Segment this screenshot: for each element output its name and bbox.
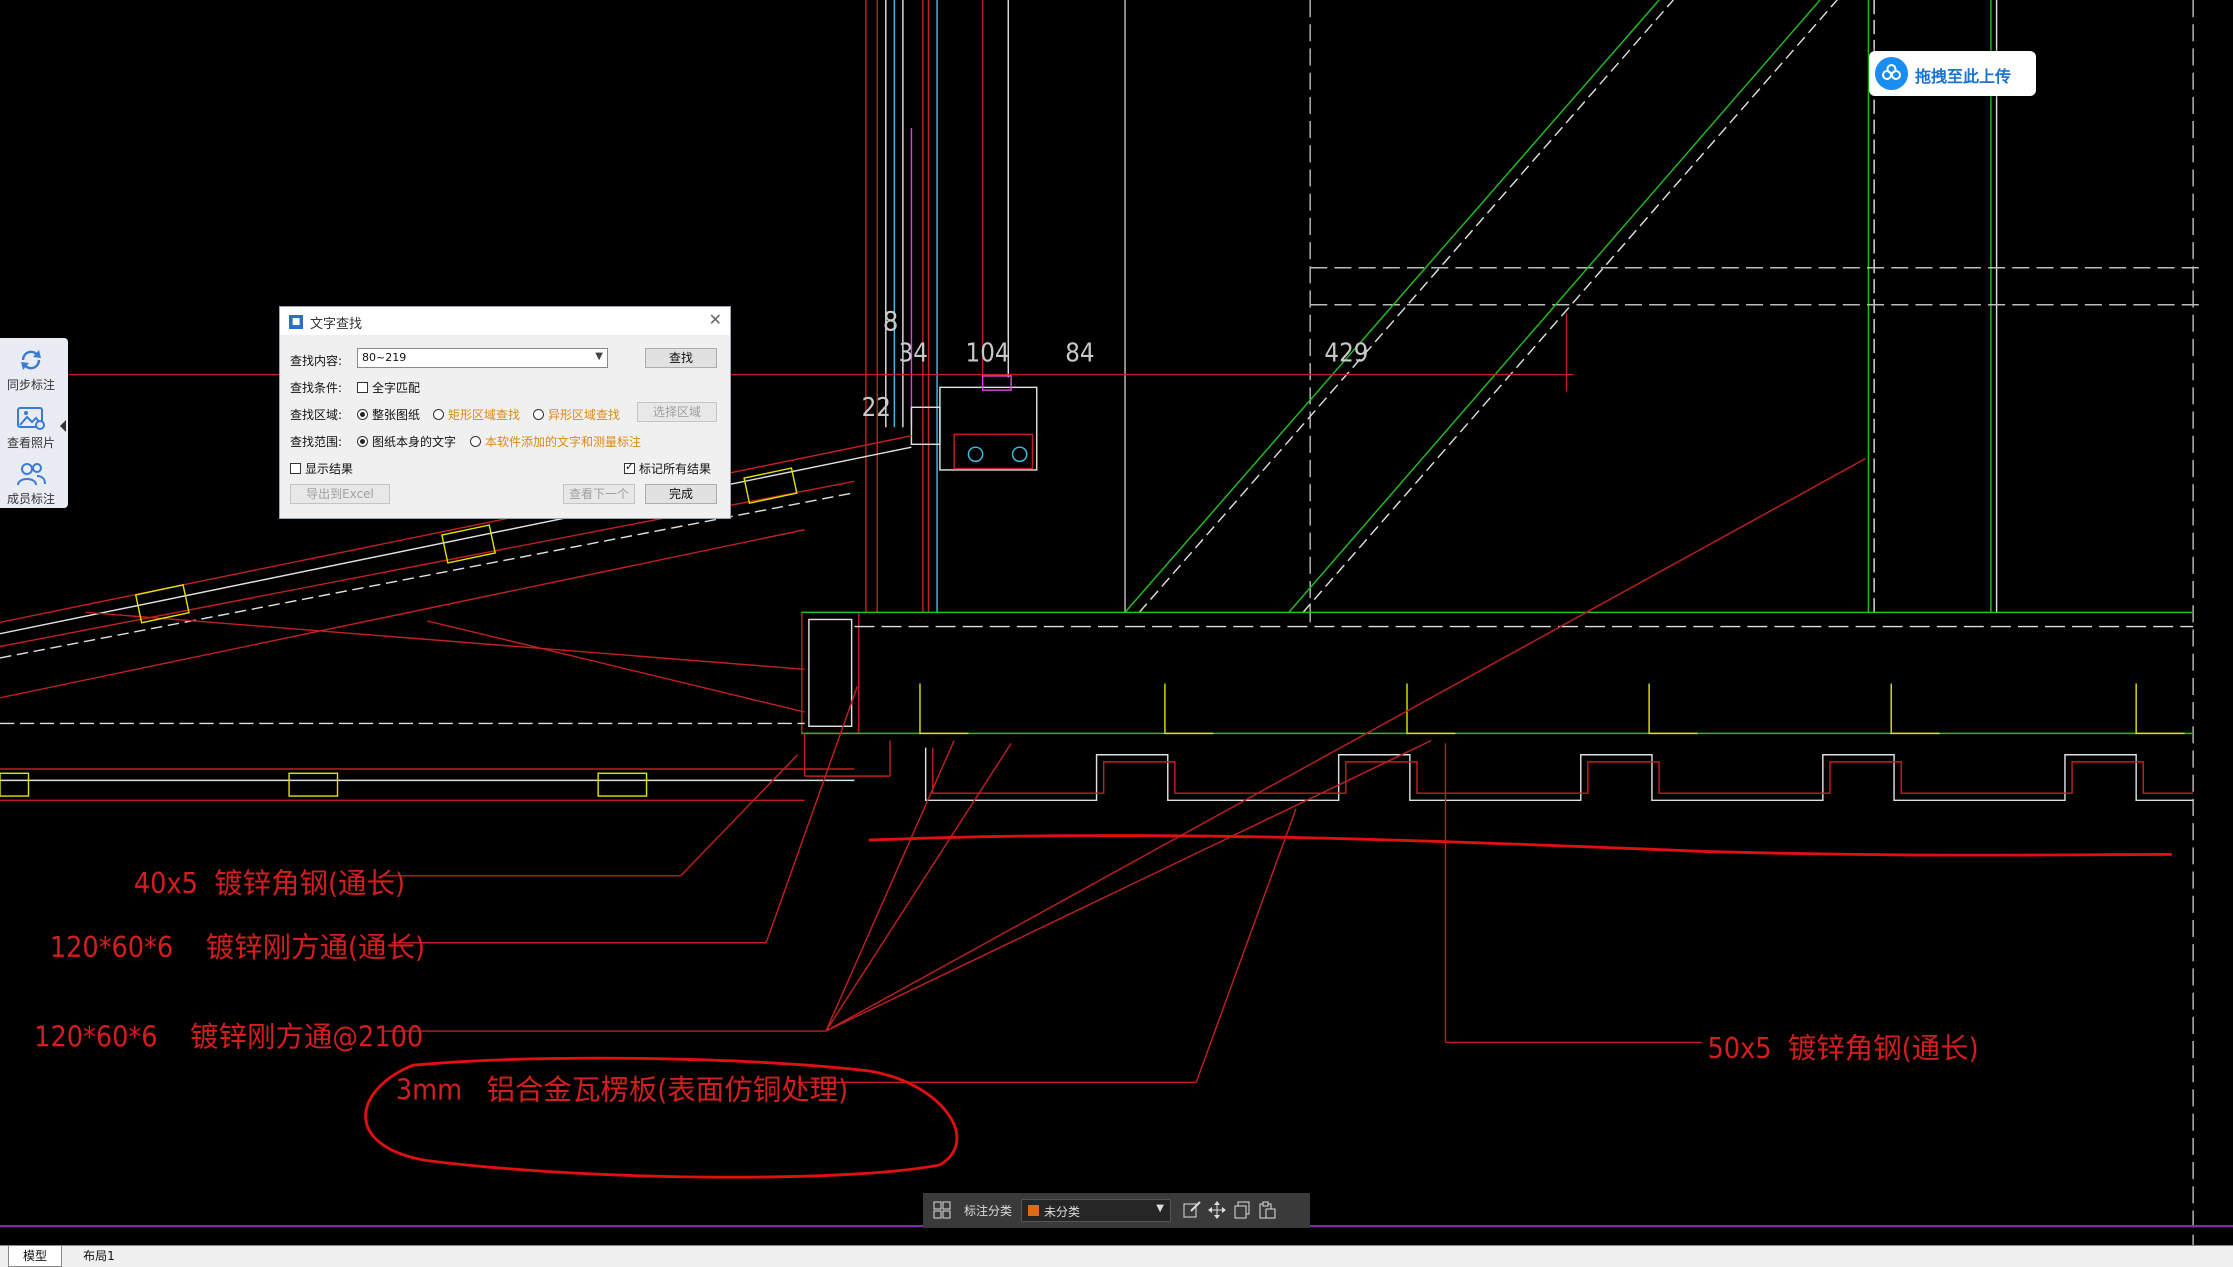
area-option-label: 矩形区域查找: [448, 408, 521, 422]
annotation-category-label: 标注分类: [964, 1204, 1013, 1218]
search-button[interactable]: 查找: [645, 348, 717, 368]
scope-added-text-radio[interactable]: 本软件添加的文字和测量标注: [470, 433, 641, 450]
category-selected-value: 未分类: [1044, 1205, 1081, 1219]
dim-text: 34: [899, 339, 928, 369]
mullion-detail: [910, 375, 1038, 471]
chevron-down-icon[interactable]: ▼: [1156, 1203, 1164, 1214]
view-photo-button[interactable]: 查看照片: [0, 398, 62, 454]
mark-all-checkbox[interactable]: 标记所有结果: [624, 460, 711, 477]
area-option-label: 异形区域查找: [548, 408, 621, 422]
show-results-checkbox[interactable]: 显示结果: [290, 460, 353, 477]
dialog-title: 文字查找: [310, 317, 363, 332]
search-area-label: 查找区域:: [290, 408, 343, 422]
search-condition-label: 查找条件:: [290, 381, 343, 395]
member-annotation-label: 成员标注: [6, 492, 55, 506]
scope-option-label: 图纸本身的文字: [372, 435, 457, 449]
dim-text: 84: [1065, 339, 1094, 369]
column-structure: [865, 0, 2201, 1266]
show-results-label: 显示结果: [305, 462, 354, 476]
paste-icon[interactable]: [1258, 1201, 1276, 1219]
export-excel-button[interactable]: 导出到Excel: [290, 484, 390, 504]
move-icon[interactable]: [1208, 1201, 1226, 1219]
collapse-arrow-icon[interactable]: [60, 420, 66, 432]
view-next-button[interactable]: 查看下一个: [563, 484, 635, 504]
annotation-text: 120*60*6 镀锌刚方通(通长): [50, 931, 425, 964]
category-color-swatch: [1028, 1205, 1039, 1216]
search-input-value: 80~219: [362, 351, 407, 364]
copy-icon[interactable]: [1233, 1201, 1251, 1219]
annotation-texts: 40x5 镀锌角钢(通长) 120*60*6 镀锌刚方通(通长) 120*60*…: [34, 867, 1978, 1106]
markup-underline: [868, 834, 2172, 857]
corrugated-panel: [924, 747, 2194, 802]
annotation-text: 120*60*6 镀锌刚方通@2100: [34, 1021, 423, 1054]
search-scope-label: 查找范围:: [290, 435, 343, 449]
sync-annotation-label: 同步标注: [6, 378, 55, 392]
chevron-down-icon[interactable]: ▼: [595, 351, 603, 362]
close-icon[interactable]: ✕: [709, 310, 722, 329]
whole-word-label: 全字匹配: [372, 381, 421, 395]
whole-word-checkbox[interactable]: 全字匹配: [357, 379, 420, 396]
angle-brackets: [919, 683, 2185, 735]
annotation-text: 50x5 镀锌角钢(通长): [1708, 1032, 1979, 1065]
area-whole-drawing-radio[interactable]: 整张图纸: [357, 406, 420, 423]
done-button[interactable]: 完成: [645, 484, 717, 504]
tab-layout1[interactable]: 布局1: [70, 1246, 128, 1266]
checkbox-icon: [290, 463, 301, 474]
grid-icon[interactable]: [933, 1201, 951, 1219]
members-icon: [17, 463, 46, 486]
photo-icon: [17, 407, 45, 430]
dialog-titlebar[interactable]: ■ 文字查找 ✕: [280, 307, 730, 335]
dim-text: 22: [862, 393, 891, 423]
dim-text: 8: [883, 306, 898, 337]
scope-drawing-text-radio[interactable]: 图纸本身的文字: [357, 433, 456, 450]
left-toolbar: 同步标注 查看照片 成员标注: [0, 338, 68, 508]
dim-text: 429: [1324, 339, 1368, 369]
annotation-text: 3mm 铝合金瓦楞板(表面仿铜处理): [396, 1073, 848, 1106]
cloud-upload-icon: [1875, 57, 1908, 90]
member-annotation-button[interactable]: 成员标注: [0, 454, 62, 510]
radio-icon: [433, 409, 444, 420]
annotation-category-select[interactable]: 未分类 ▼: [1021, 1199, 1171, 1222]
edit-icon[interactable]: [1183, 1201, 1201, 1219]
mark-all-label: 标记所有结果: [639, 462, 712, 476]
checkbox-icon: [624, 460, 635, 474]
annotation-text: 40x5 镀锌角钢(通长): [134, 867, 405, 900]
area-rectangle-radio[interactable]: 矩形区域查找: [433, 406, 520, 423]
drag-upload-button[interactable]: 拖拽至此上传: [1869, 51, 2036, 96]
layout-tabs: 模型 布局1: [0, 1245, 2233, 1267]
text-search-dialog: ■ 文字查找 ✕ 查找内容: 80~219 ▼ 查找 查找条件: 全字匹配 查找…: [279, 306, 731, 519]
scope-option-label: 本软件添加的文字和测量标注: [485, 435, 642, 449]
search-input[interactable]: 80~219 ▼: [357, 348, 608, 368]
select-area-button[interactable]: 选择区域: [637, 402, 717, 422]
drag-upload-label: 拖拽至此上传: [1915, 67, 2012, 86]
tab-model[interactable]: 模型: [8, 1246, 62, 1267]
dim-text: 104: [966, 339, 1010, 369]
annotation-toolbar: 标注分类 未分类 ▼: [923, 1193, 1310, 1228]
app-logo-icon: ■: [289, 315, 303, 329]
radio-icon: [357, 409, 368, 420]
area-option-label: 整张图纸: [372, 408, 421, 422]
search-content-label: 查找内容:: [290, 354, 343, 368]
select-area-label: 选择区域: [652, 405, 701, 419]
radio-icon: [470, 436, 481, 447]
cad-drawing-canvas[interactable]: 8 34 104 84 429 22 40x5 镀锌角钢(通长) 120*60*…: [0, 0, 2233, 1266]
radio-icon: [533, 409, 544, 420]
view-photo-label: 查看照片: [6, 436, 55, 450]
area-irregular-radio[interactable]: 异形区域查找: [533, 406, 620, 423]
diagonal-braces: [1124, 0, 1838, 613]
radio-icon: [357, 436, 368, 447]
sync-icon: [21, 350, 41, 370]
sync-annotation-button[interactable]: 同步标注: [0, 340, 62, 396]
checkbox-icon: [357, 382, 368, 393]
